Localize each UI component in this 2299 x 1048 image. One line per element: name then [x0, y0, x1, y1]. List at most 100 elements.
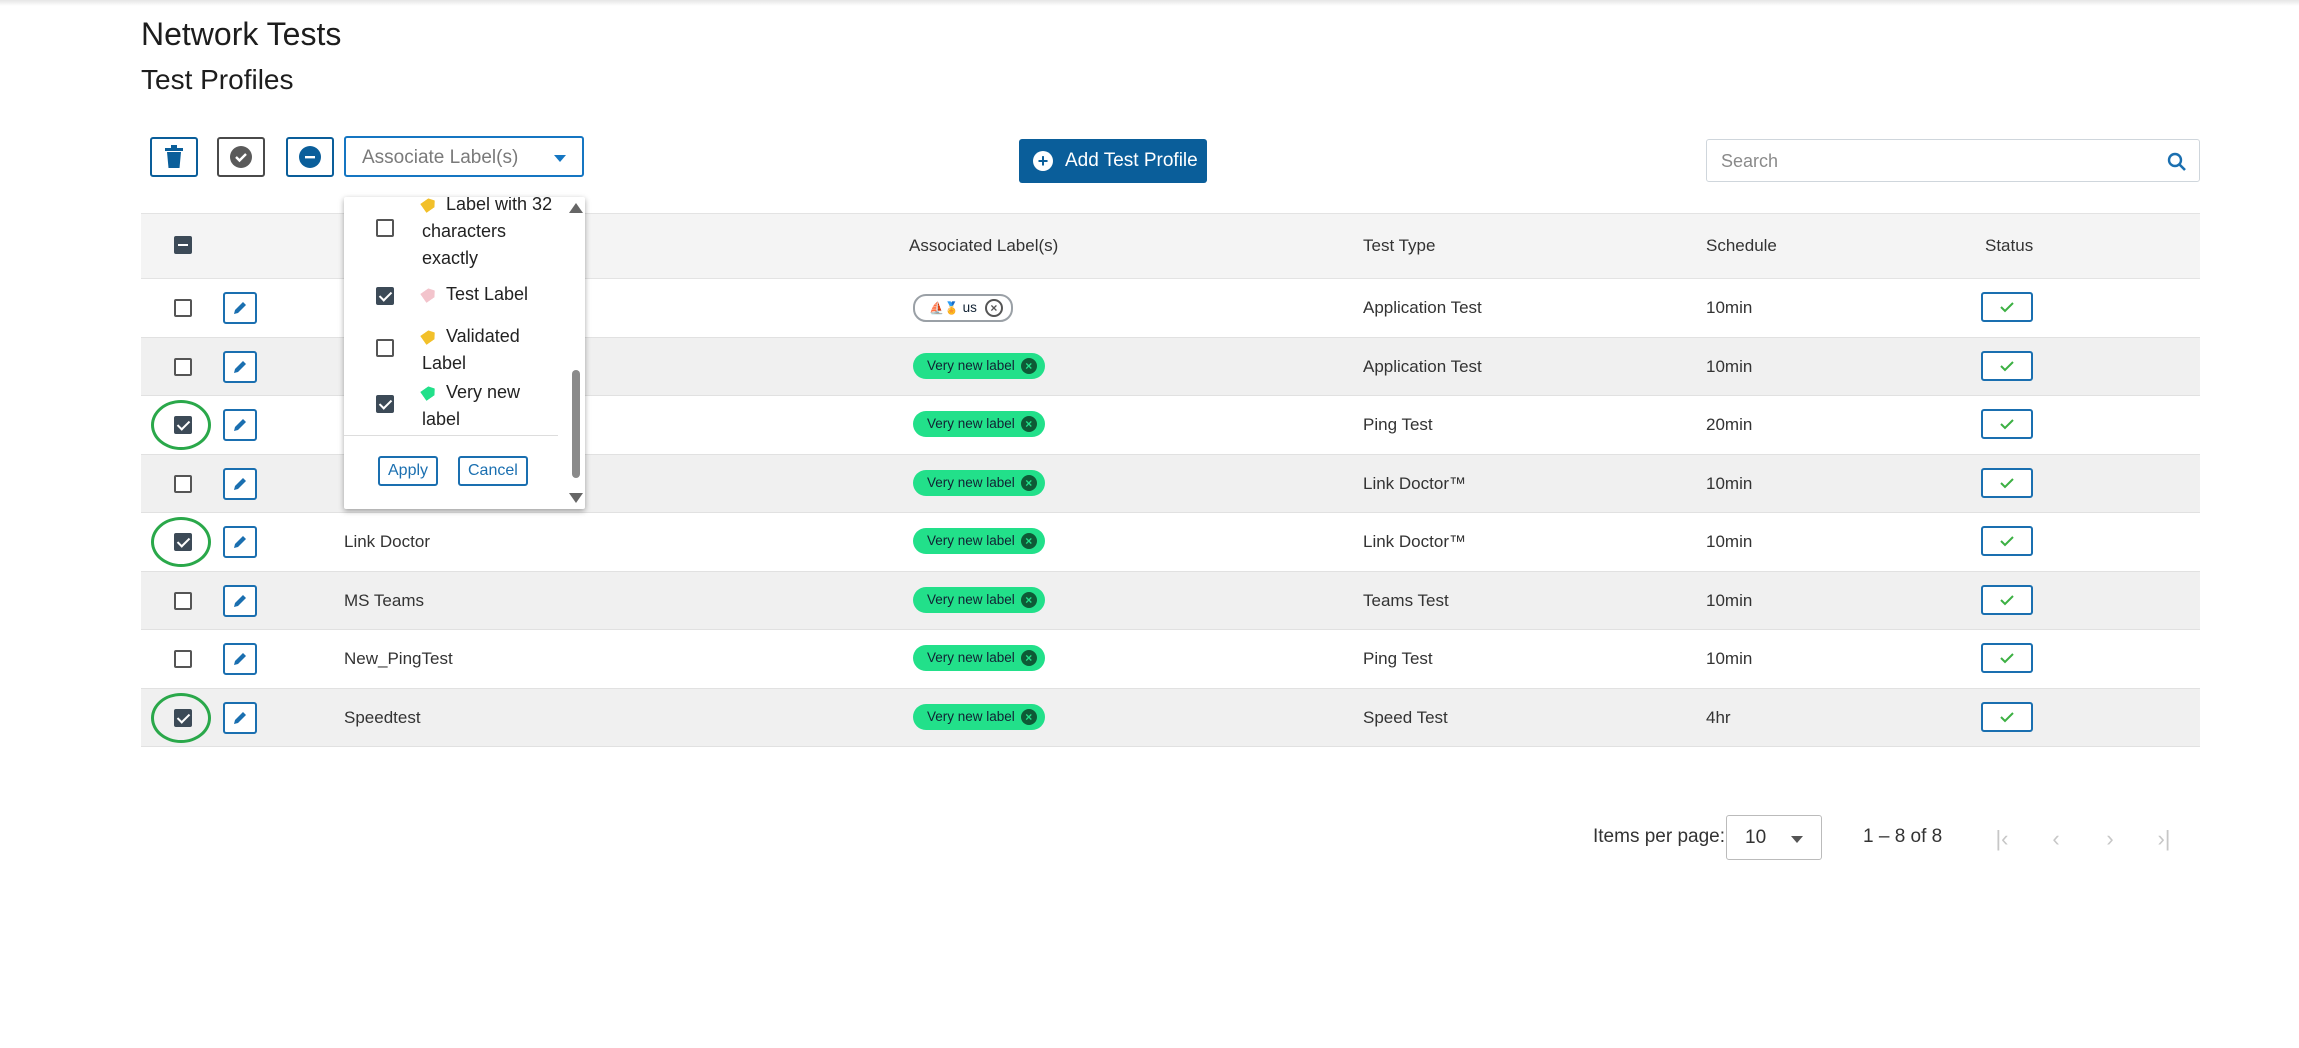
scrollbar-thumb[interactable] — [572, 370, 580, 478]
search-icon[interactable] — [2167, 152, 2187, 172]
row-test-type: Link Doctor™ — [1363, 473, 1466, 493]
label-chip: Very new label × — [913, 586, 1045, 613]
label-chip: Very new label × — [913, 703, 1045, 730]
status-toggle[interactable] — [1981, 584, 2033, 615]
check-icon — [2000, 711, 2014, 722]
row-test-type: Ping Test — [1363, 415, 1433, 434]
row-test-type: Application Test — [1363, 356, 1482, 376]
label-option-checkbox[interactable] — [376, 287, 394, 305]
delete-button[interactable] — [150, 137, 198, 177]
select-all-checkbox[interactable] — [174, 236, 192, 254]
page-size-select[interactable]: 10 — [1726, 815, 1822, 860]
pencil-icon — [234, 360, 246, 373]
row-checkbox[interactable] — [174, 533, 192, 551]
label-option-text: Label with 32 characters exactly — [422, 197, 562, 272]
scroll-down-icon[interactable] — [569, 493, 583, 503]
scroll-up-icon[interactable] — [569, 203, 583, 213]
edit-button[interactable] — [223, 701, 257, 734]
row-schedule: 10min — [1706, 649, 1753, 668]
label-chip: ⛵🏅 us × — [913, 294, 1013, 322]
row-test-type: Speed Test — [1363, 707, 1448, 727]
disable-button[interactable] — [286, 137, 334, 177]
label-option-text: Test Label — [422, 281, 562, 308]
page-subtitle: Test Profiles — [141, 64, 294, 95]
label-chip: Very new label × — [913, 528, 1045, 554]
page-size-value: 10 — [1745, 827, 1767, 848]
remove-label-icon[interactable]: × — [1020, 357, 1037, 374]
remove-label-icon[interactable]: × — [984, 299, 1003, 317]
label-option-checkbox[interactable] — [376, 395, 394, 413]
next-page-icon[interactable]: › — [2098, 828, 2122, 850]
dropdown-scrollbar[interactable] — [565, 197, 585, 509]
row-schedule: 10min — [1706, 590, 1753, 610]
edit-button[interactable] — [223, 350, 257, 383]
label-chip: Very new label × — [913, 411, 1045, 437]
status-toggle[interactable] — [1981, 643, 2033, 673]
check-circle-icon — [230, 146, 252, 168]
row-checkbox[interactable] — [174, 650, 192, 668]
associate-labels-placeholder: Associate Label(s) — [362, 147, 519, 168]
row-name: Speedtest — [344, 707, 421, 727]
cancel-button[interactable]: Cancel — [458, 456, 528, 486]
pencil-icon — [234, 419, 246, 431]
tag-icon — [420, 197, 438, 213]
enable-button[interactable] — [217, 137, 265, 177]
edit-button[interactable] — [223, 409, 257, 441]
associate-labels-dropdown: Label with 32 characters exactly Test La… — [344, 197, 585, 509]
label-chip-text: Very new label — [927, 357, 1015, 373]
last-page-icon[interactable]: ›| — [2152, 828, 2176, 850]
minus-circle-icon — [299, 146, 321, 168]
status-toggle[interactable] — [1981, 350, 2033, 381]
row-test-type: Teams Test — [1363, 590, 1449, 610]
label-chip: Very new label × — [913, 469, 1045, 496]
add-test-profile-button[interactable]: + Add Test Profile — [1019, 139, 1207, 183]
edit-button[interactable] — [223, 292, 257, 324]
label-chip-text: Very new label — [927, 708, 1015, 724]
status-toggle[interactable] — [1981, 292, 2033, 322]
row-checkbox[interactable] — [174, 416, 192, 434]
row-checkbox[interactable] — [174, 357, 192, 376]
edit-button[interactable] — [223, 467, 257, 500]
label-option-checkbox[interactable] — [376, 339, 394, 357]
row-name: Link Doctor — [344, 532, 430, 551]
remove-label-icon[interactable]: × — [1020, 650, 1037, 666]
row-schedule: 10min — [1706, 356, 1753, 376]
associate-labels-select[interactable]: Associate Label(s) — [344, 136, 584, 177]
edit-button[interactable] — [223, 643, 257, 675]
edit-button[interactable] — [223, 526, 257, 558]
tag-icon — [420, 286, 438, 303]
label-option-label: Label with 32 characters exactly — [422, 197, 553, 268]
status-toggle[interactable] — [1981, 409, 2033, 439]
remove-label-icon[interactable]: × — [1020, 591, 1037, 608]
dropdown-divider — [344, 435, 558, 436]
status-toggle[interactable] — [1981, 467, 2033, 498]
pagination-range: 1 – 8 of 8 — [1863, 826, 1943, 847]
check-icon — [2000, 302, 2014, 313]
label-chip-text: us — [962, 300, 977, 315]
top-shadow — [0, 0, 2299, 6]
chevron-down-icon — [1791, 836, 1803, 843]
row-checkbox[interactable] — [174, 474, 192, 493]
remove-label-icon[interactable]: × — [1020, 533, 1037, 549]
previous-page-icon[interactable]: ‹ — [2044, 828, 2068, 850]
row-checkbox[interactable] — [174, 708, 192, 727]
row-test-type: Ping Test — [1363, 649, 1433, 668]
label-option-text: Very new label — [422, 379, 562, 433]
first-page-icon[interactable]: |‹ — [1990, 828, 2014, 850]
label-chip-text: Very new label — [927, 591, 1015, 607]
row-checkbox[interactable] — [174, 299, 192, 317]
label-chip-text: Very new label — [927, 474, 1015, 490]
label-option-label: Validated Label — [422, 326, 520, 373]
remove-label-icon[interactable]: × — [1020, 416, 1037, 432]
status-toggle[interactable] — [1981, 701, 2033, 732]
row-checkbox[interactable] — [174, 591, 192, 610]
label-option-checkbox[interactable] — [376, 219, 394, 237]
apply-button[interactable]: Apply — [378, 456, 439, 486]
remove-label-icon[interactable]: × — [1020, 708, 1037, 725]
remove-label-icon[interactable]: × — [1020, 474, 1037, 491]
search-input[interactable] — [1719, 148, 2143, 174]
edit-button[interactable] — [223, 584, 257, 617]
status-toggle[interactable] — [1981, 526, 2033, 556]
pencil-icon — [234, 536, 246, 548]
row-schedule: 10min — [1706, 473, 1753, 493]
